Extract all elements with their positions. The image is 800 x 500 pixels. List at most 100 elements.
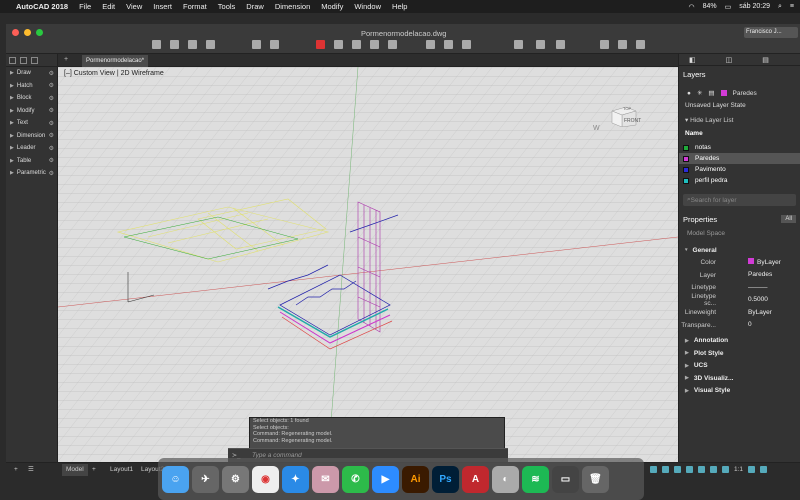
illustrator-icon[interactable]: Ai: [402, 465, 429, 493]
section-general[interactable]: ▾ General: [679, 244, 800, 257]
clock[interactable]: sáb 20:29: [739, 3, 770, 10]
screenshot-icon[interactable]: ▭: [552, 465, 579, 493]
layer-row[interactable]: notas: [679, 142, 800, 153]
search-icon[interactable]: ⌕: [778, 3, 782, 11]
properties-filter-all[interactable]: All: [781, 215, 796, 223]
palette-table[interactable]: ▶ Table ⚙: [6, 155, 57, 168]
add-layout-tab-icon[interactable]: +: [88, 464, 100, 476]
workspace-icon[interactable]: [748, 465, 756, 473]
mail-icon[interactable]: ✉: [312, 465, 339, 493]
menu-format[interactable]: Format: [183, 2, 207, 11]
gear-icon[interactable]: ⚙: [49, 82, 54, 89]
autocad-icon[interactable]: A: [462, 465, 489, 493]
publish-icon[interactable]: [334, 40, 343, 49]
layer-icon[interactable]: [444, 40, 453, 49]
menu-dimension[interactable]: Dimension: [275, 2, 310, 11]
zoom-icon[interactable]: [514, 40, 523, 49]
add-tab-icon[interactable]: +: [64, 56, 68, 63]
layer-search-input[interactable]: ⌕ Search for layer: [683, 194, 796, 206]
save-as-icon[interactable]: [206, 40, 215, 49]
palette-icon[interactable]: [20, 57, 27, 64]
photoshop-icon[interactable]: Ps: [432, 465, 459, 493]
gear-icon[interactable]: ⚙: [49, 95, 54, 102]
selection-space[interactable]: Model Space: [679, 230, 800, 241]
properties-icon[interactable]: [462, 40, 471, 49]
system-preferences-icon[interactable]: ⚙: [222, 465, 249, 493]
layer-row[interactable]: perfil pedra: [679, 175, 800, 186]
launchpad-icon[interactable]: ✈: [192, 465, 219, 493]
menu-tools[interactable]: Tools: [218, 2, 236, 11]
prop-value[interactable]: Paredes: [745, 270, 795, 280]
customize-icon[interactable]: [760, 465, 768, 473]
menu-modify[interactable]: Modify: [321, 2, 343, 11]
user-account[interactable]: Francisco J...: [744, 27, 798, 38]
menu-view[interactable]: View: [126, 2, 142, 11]
osnap-icon[interactable]: [698, 465, 705, 473]
blocks-tab-icon[interactable]: ◫: [726, 56, 733, 64]
pro-app-icon[interactable]: ◐: [492, 465, 519, 493]
prop-linetype-scale[interactable]: Linetype sc... 0.5000: [679, 293, 800, 307]
view-name[interactable]: Custom View: [74, 70, 115, 77]
snap-icon[interactable]: [662, 465, 669, 473]
palette-text[interactable]: ▶ Text ⚙: [6, 117, 57, 130]
tool3-icon[interactable]: [636, 40, 645, 49]
visual-style[interactable]: 2D Wireframe: [121, 70, 164, 77]
grid-icon[interactable]: [650, 465, 657, 473]
palette-dimension[interactable]: ▶ Dimension ⚙: [6, 130, 57, 143]
menu-extras-icon[interactable]: ≡: [790, 3, 794, 10]
gear-icon[interactable]: ⚙: [49, 70, 54, 77]
zoom-app-icon[interactable]: ▶: [372, 465, 399, 493]
palette-leader[interactable]: ▶ Leader ⚙: [6, 142, 57, 155]
layer-state-select[interactable]: Unsaved Layer State: [679, 102, 800, 114]
view-cube[interactable]: FRONT TOP: [610, 97, 641, 128]
orbit-icon[interactable]: [556, 40, 565, 49]
section-visual-style[interactable]: ▶ Visual Style: [679, 385, 800, 398]
safari-icon[interactable]: ✦: [282, 465, 309, 493]
prop-lineweight[interactable]: Lineweight ByLayer: [679, 307, 800, 320]
gear-icon[interactable]: ⚙: [49, 132, 54, 139]
close-window-button[interactable]: [12, 29, 19, 36]
prop-color[interactable]: Color ByLayer: [679, 257, 800, 270]
undo-icon[interactable]: [252, 40, 261, 49]
tool2-icon[interactable]: [618, 40, 627, 49]
layer-color-swatch[interactable]: [683, 155, 689, 162]
finder-icon[interactable]: ☺: [162, 465, 189, 493]
section-ucs[interactable]: ▶ UCS: [679, 360, 800, 373]
minimize-window-button[interactable]: [24, 29, 31, 36]
prop-value[interactable]: ———: [745, 283, 795, 293]
hide-layer-list[interactable]: ▾ Hide Layer List: [679, 116, 800, 128]
export-icon[interactable]: [388, 40, 397, 49]
add-layout-icon[interactable]: +: [10, 464, 22, 476]
menu-file[interactable]: File: [79, 2, 91, 11]
layer-color-swatch[interactable]: [683, 144, 689, 151]
tab-layout1[interactable]: Layout1: [106, 464, 137, 476]
redo-icon[interactable]: [270, 40, 279, 49]
polar-icon[interactable]: [686, 465, 693, 473]
zoom-window-button[interactable]: [36, 29, 43, 36]
gear-icon[interactable]: ⚙: [49, 107, 54, 114]
prop-value[interactable]: ByLayer: [745, 308, 795, 318]
menu-insert[interactable]: Insert: [153, 2, 172, 11]
layer-color-swatch[interactable]: [683, 177, 689, 184]
layer-row[interactable]: Paredes: [679, 153, 800, 164]
trash-icon[interactable]: 🗑: [582, 465, 609, 493]
menu-app-name[interactable]: AutoCAD 2018: [16, 2, 68, 11]
palette-draw[interactable]: ▶ Draw ⚙: [6, 67, 57, 80]
viewcube-top[interactable]: TOP: [623, 106, 631, 111]
battery-level[interactable]: 84%: [703, 3, 717, 10]
gear-icon[interactable]: ⚙: [49, 145, 54, 152]
ortho-icon[interactable]: [674, 465, 681, 473]
palette-hatch[interactable]: ▶ Hatch ⚙: [6, 80, 57, 93]
menu-edit[interactable]: Edit: [102, 2, 115, 11]
plot-icon[interactable]: [316, 40, 325, 49]
viewcube-w[interactable]: W: [593, 125, 600, 132]
print-icon[interactable]: [370, 40, 379, 49]
prop-value[interactable]: ByLayer: [745, 257, 795, 268]
layout-list-icon[interactable]: ☰: [24, 464, 38, 476]
new-icon[interactable]: [152, 40, 161, 49]
isodraft-icon[interactable]: [710, 465, 717, 473]
viewport-label[interactable]: [–] Custom View | 2D Wireframe: [64, 70, 164, 77]
wifi-icon[interactable]: ◠: [688, 3, 694, 11]
menu-window[interactable]: Window: [354, 2, 381, 11]
prop-value[interactable]: 0: [745, 320, 795, 330]
